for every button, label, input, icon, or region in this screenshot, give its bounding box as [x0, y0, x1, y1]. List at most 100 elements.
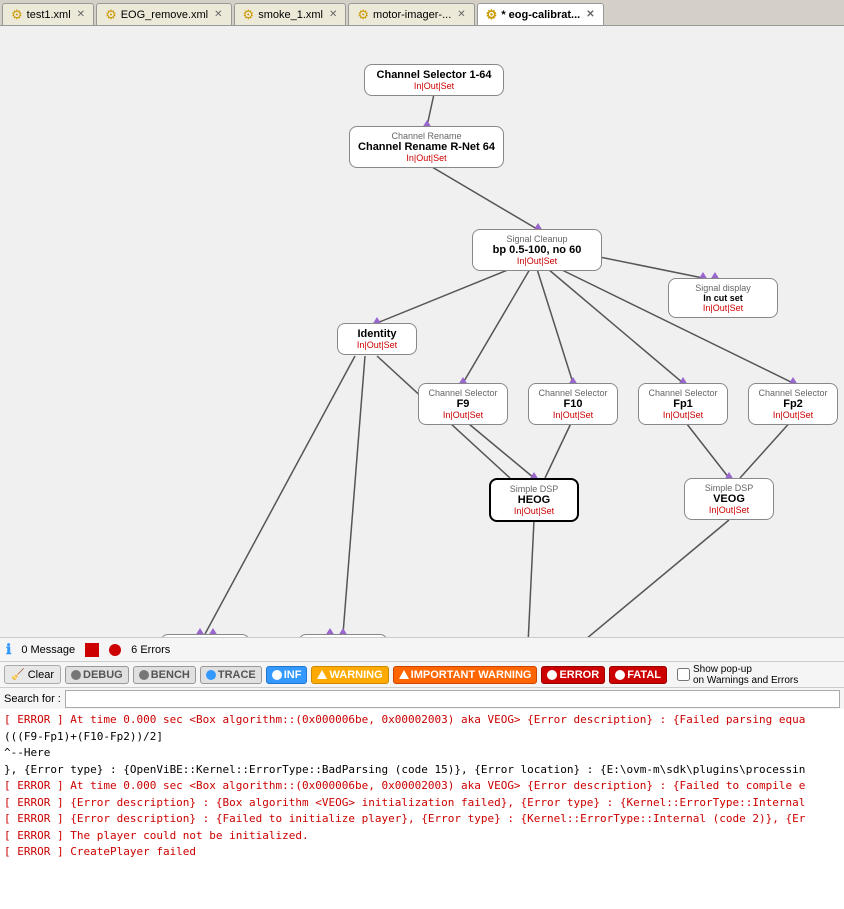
node-identity[interactable]: Identity In|Out|Set: [337, 323, 417, 355]
node-channel-selector-164[interactable]: Channel Selector 1-64 In|Out|Set: [364, 64, 504, 96]
popup-checkbox[interactable]: [677, 668, 690, 681]
status-bar: ℹ 0 Message 6 Errors: [0, 637, 844, 661]
node-io: In|Out|Set: [693, 505, 765, 515]
node-title: Simple DSP: [693, 483, 765, 493]
node-sig-disp-eog[interactable]: Signal display EOG In|Out|Set: [298, 634, 388, 637]
trace-dot: [206, 670, 216, 680]
node-io: In|Out|Set: [677, 303, 769, 313]
node-title: Channel Selector: [427, 388, 499, 398]
popup-label: Show pop-up: [693, 664, 752, 675]
node-heog[interactable]: Simple DSP HEOG In|Out|Set: [489, 478, 579, 522]
node-title: Channel Rename: [358, 131, 495, 141]
tab-eog-calib[interactable]: ⚙ * eog-calibrat... ✕: [477, 3, 604, 25]
bench-filter-button[interactable]: BENCH: [133, 666, 196, 684]
tab-close-eog-calib[interactable]: ✕: [586, 9, 594, 20]
search-label: Search for :: [4, 693, 61, 705]
node-io: In|Out|Set: [757, 410, 829, 420]
clear-label: Clear: [28, 669, 54, 681]
node-ch-sel-fp2[interactable]: Channel Selector Fp2 In|Out|Set: [748, 383, 838, 425]
tab-label: smoke_1.xml: [258, 9, 323, 21]
debug-dot: [71, 670, 81, 680]
node-title: Signal Cleanup: [481, 234, 593, 244]
toolbar: 🧹 Clear DEBUG BENCH TRACE INF WARNING IM…: [0, 661, 844, 687]
search-input[interactable]: [65, 690, 840, 708]
gear-icon: ⚙: [357, 7, 369, 23]
info-icon: ℹ: [6, 641, 11, 658]
popup-checkbox-area: Show pop-up on Warnings and Errors: [677, 664, 798, 686]
tab-eog-remove[interactable]: ⚙ EOG_remove.xml ✕: [96, 3, 231, 25]
node-signal-cleanup[interactable]: Signal Cleanup bp 0.5-100, no 60 In|Out|…: [472, 229, 602, 271]
node-io: In|Out|Set: [358, 153, 495, 163]
tab-close-motor[interactable]: ✕: [457, 9, 465, 20]
connection-lines: [0, 26, 844, 637]
clear-button[interactable]: 🧹 Clear: [4, 665, 61, 684]
gear-icon: ⚙: [105, 7, 117, 23]
tab-label: motor-imager-...: [373, 9, 451, 21]
error-filter-button[interactable]: ERROR: [541, 666, 605, 684]
canvas-area[interactable]: Channel Selector 1-64 In|Out|Set Channel…: [0, 26, 844, 637]
node-name: Channel Rename R-Net 64: [358, 141, 495, 153]
tab-label: * eog-calibrat...: [501, 9, 580, 21]
log-line: (((F9-Fp1)+(F10-Fp2))/2]: [4, 729, 840, 746]
important-warning-filter-button[interactable]: IMPORTANT WARNING: [393, 666, 538, 684]
tab-label: test1.xml: [27, 9, 71, 21]
inf-label: INF: [284, 669, 302, 681]
inf-filter-button[interactable]: INF: [266, 666, 308, 684]
error-label: ERROR: [559, 669, 599, 681]
node-ch-sel-fp1[interactable]: Channel Selector Fp1 In|Out|Set: [638, 383, 728, 425]
node-signal-display[interactable]: Signal display In cut set In|Out|Set: [668, 278, 778, 318]
inf-dot: [272, 670, 282, 680]
node-title: Signal display: [677, 283, 769, 293]
log-line: }, {Error type} : {OpenViBE::Kernel::Err…: [4, 762, 840, 779]
trace-filter-button[interactable]: TRACE: [200, 666, 262, 684]
debug-label: DEBUG: [83, 669, 123, 681]
warning-label: WARNING: [329, 669, 382, 681]
node-name: VEOG: [693, 493, 765, 505]
node-io: In|Out|Set: [537, 410, 609, 420]
tab-close-smoke1[interactable]: ✕: [329, 9, 337, 20]
errors-count: 6 Errors: [131, 644, 170, 656]
fatal-filter-button[interactable]: FATAL: [609, 666, 667, 684]
tab-bar: ⚙ test1.xml ✕ ⚙ EOG_remove.xml ✕ ⚙ smoke…: [0, 0, 844, 26]
tab-smoke1[interactable]: ⚙ smoke_1.xml ✕: [234, 3, 347, 25]
gear-icon: ⚙: [486, 7, 498, 23]
tab-motor[interactable]: ⚙ motor-imager-... ✕: [348, 3, 474, 25]
debug-filter-button[interactable]: DEBUG: [65, 666, 129, 684]
node-title: Simple DSP: [499, 484, 569, 494]
node-veog[interactable]: Simple DSP VEOG In|Out|Set: [684, 478, 774, 520]
error-dot: [85, 643, 99, 657]
bench-dot: [139, 670, 149, 680]
node-name: F9: [427, 398, 499, 410]
log-line: [ ERROR ] At time 0.000 sec <Box algorit…: [4, 778, 840, 795]
node-title: Channel Selector: [537, 388, 609, 398]
messages-count: 0 Message: [21, 644, 75, 656]
node-ch-sel-f10[interactable]: Channel Selector F10 In|Out|Set: [528, 383, 618, 425]
node-io: In|Out|Set: [427, 410, 499, 420]
node-io: In|Out|Set: [346, 340, 408, 350]
node-channel-rename[interactable]: Channel Rename Channel Rename R-Net 64 I…: [349, 126, 504, 168]
gear-icon: ⚙: [243, 7, 255, 23]
warn-triangle-icon: [317, 670, 327, 679]
bench-label: BENCH: [151, 669, 190, 681]
tab-close-eog-remove[interactable]: ✕: [214, 9, 222, 20]
node-name: Identity: [346, 328, 408, 340]
log-area[interactable]: [ ERROR ] At time 0.000 sec <Box algorit…: [0, 709, 844, 909]
node-io: In|Out|Set: [499, 506, 569, 516]
tab-test1[interactable]: ⚙ test1.xml ✕: [2, 3, 94, 25]
gear-icon: ⚙: [11, 7, 23, 23]
node-io: In|Out|Set: [647, 410, 719, 420]
broom-icon: 🧹: [11, 668, 25, 681]
trace-label: TRACE: [218, 669, 256, 681]
node-ch-sel-f9[interactable]: Channel Selector F9 In|Out|Set: [418, 383, 508, 425]
node-sig-disp-eeg[interactable]: Signal display EEG In|Out|Set: [160, 634, 250, 637]
tab-close-test1[interactable]: ✕: [77, 9, 85, 20]
node-io: In|Out|Set: [373, 81, 495, 91]
error-circle-icon: [109, 644, 121, 656]
log-line: [ ERROR ] CreatePlayer failed: [4, 844, 840, 861]
warning-filter-button[interactable]: WARNING: [311, 666, 388, 684]
important-warn-triangle-icon: [399, 670, 409, 679]
error-icon: [547, 670, 557, 680]
popup-sub-label: on Warnings and Errors: [693, 675, 798, 686]
node-title: Channel Selector: [757, 388, 829, 398]
node-title: Channel Selector: [647, 388, 719, 398]
